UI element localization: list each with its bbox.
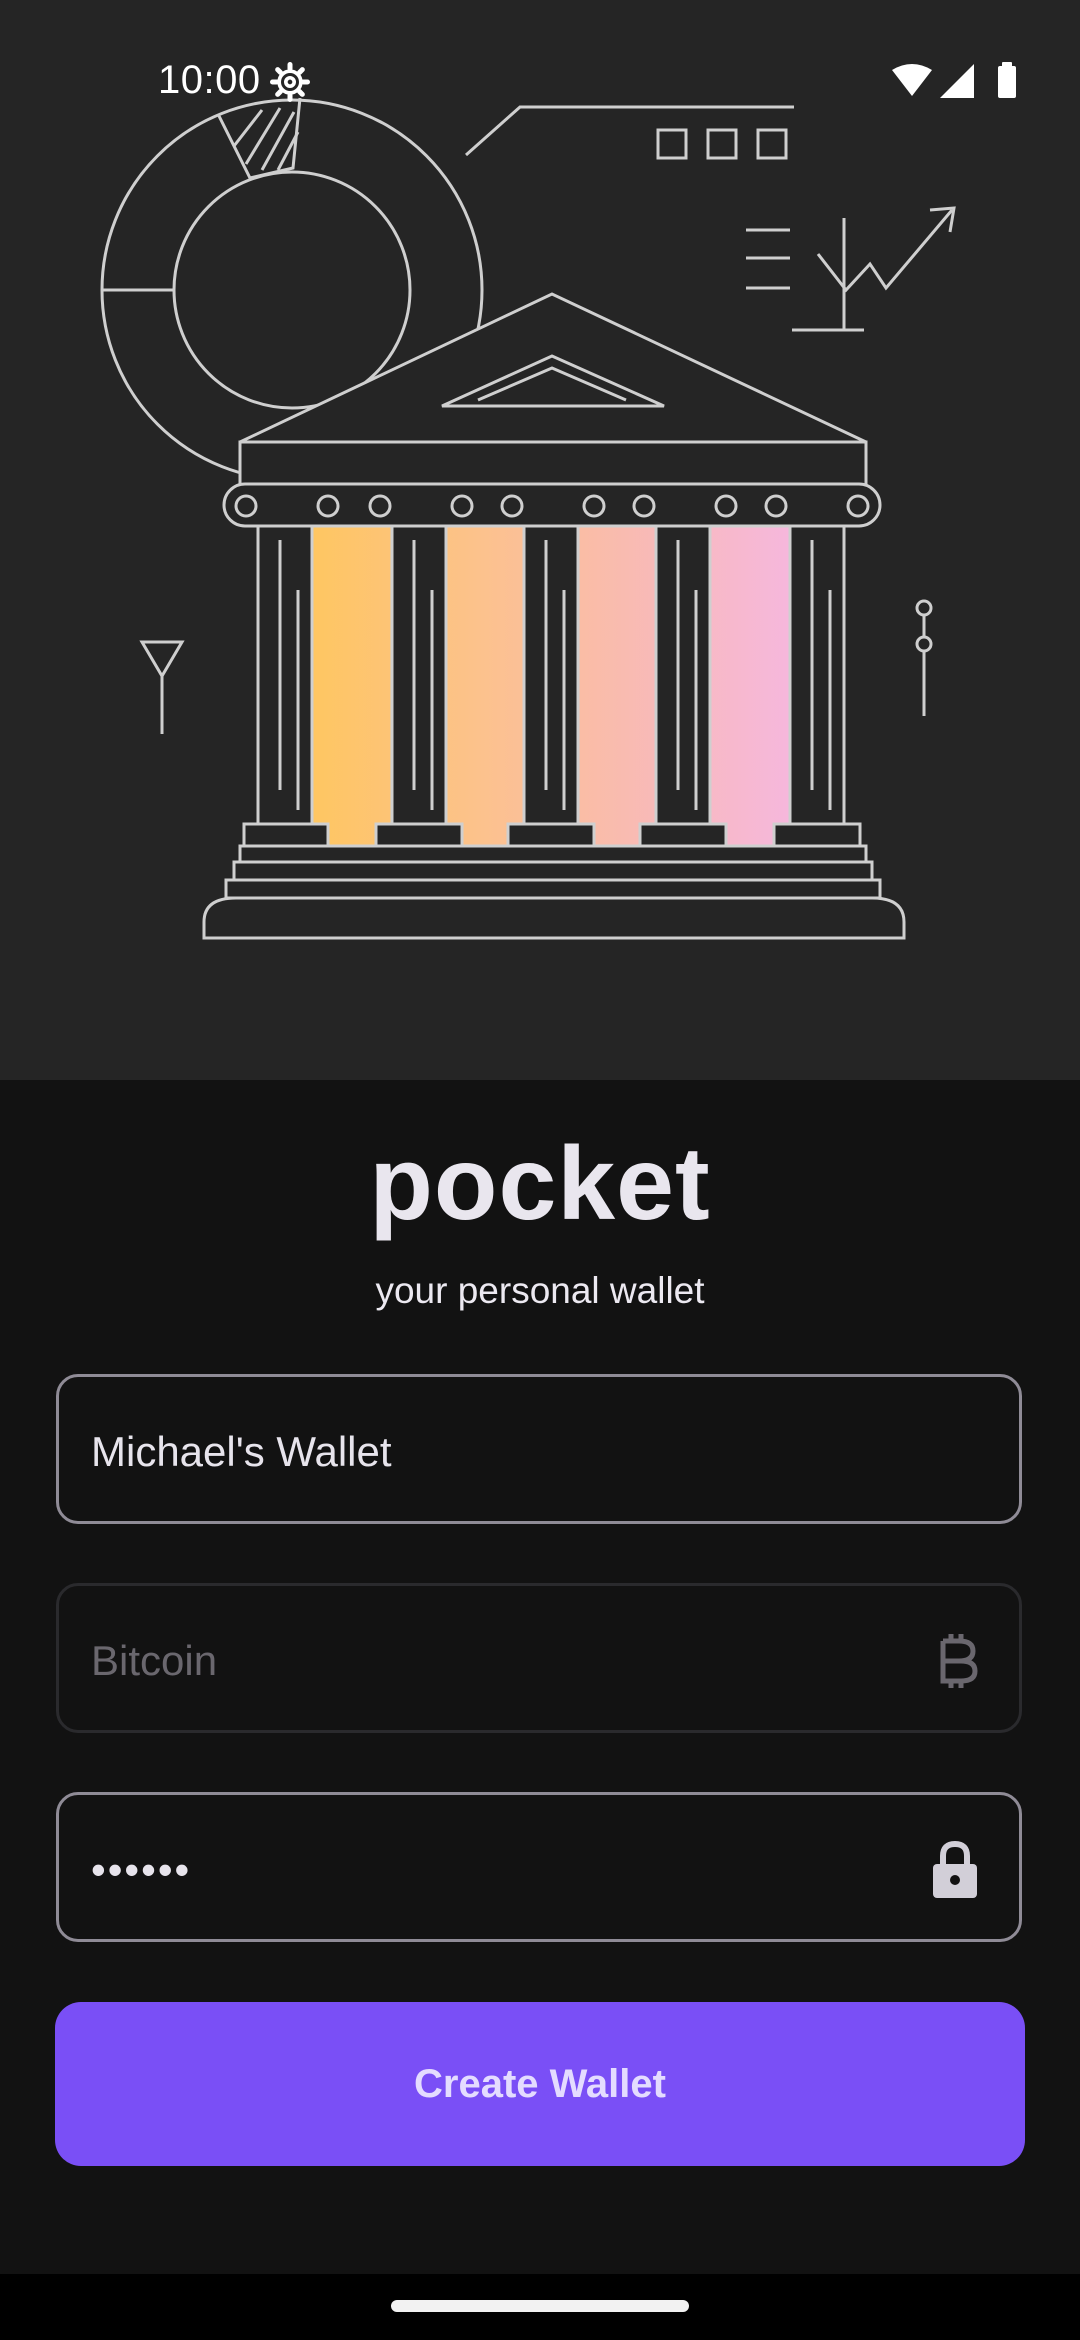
currency-field[interactable]: Bitcoin <box>56 1583 1022 1733</box>
password-value: •••••• <box>91 1846 192 1893</box>
wallet-name-field[interactable]: Michael's Wallet <box>56 1374 1022 1524</box>
system-icons <box>890 62 1020 107</box>
currency-placeholder: Bitcoin <box>91 1637 218 1684</box>
wifi-icon <box>892 64 932 96</box>
status-bar: 10:00 <box>0 0 1080 168</box>
app-title: pocket <box>369 1126 711 1242</box>
app-tagline: your personal wallet <box>375 1270 705 1311</box>
lock-icon <box>931 1840 979 1905</box>
status-time: 10:00 <box>158 58 261 102</box>
password-field[interactable]: •••••• <box>56 1792 1022 1942</box>
create-wallet-button[interactable]: Create Wallet <box>55 2002 1025 2166</box>
cellular-signal-icon <box>940 64 974 98</box>
wallet-name-value: Michael's Wallet <box>91 1428 392 1475</box>
bitcoin-icon <box>935 1631 979 1696</box>
battery-icon <box>998 66 1016 98</box>
home-indicator[interactable] <box>391 2300 689 2312</box>
settings-icon <box>270 62 310 107</box>
